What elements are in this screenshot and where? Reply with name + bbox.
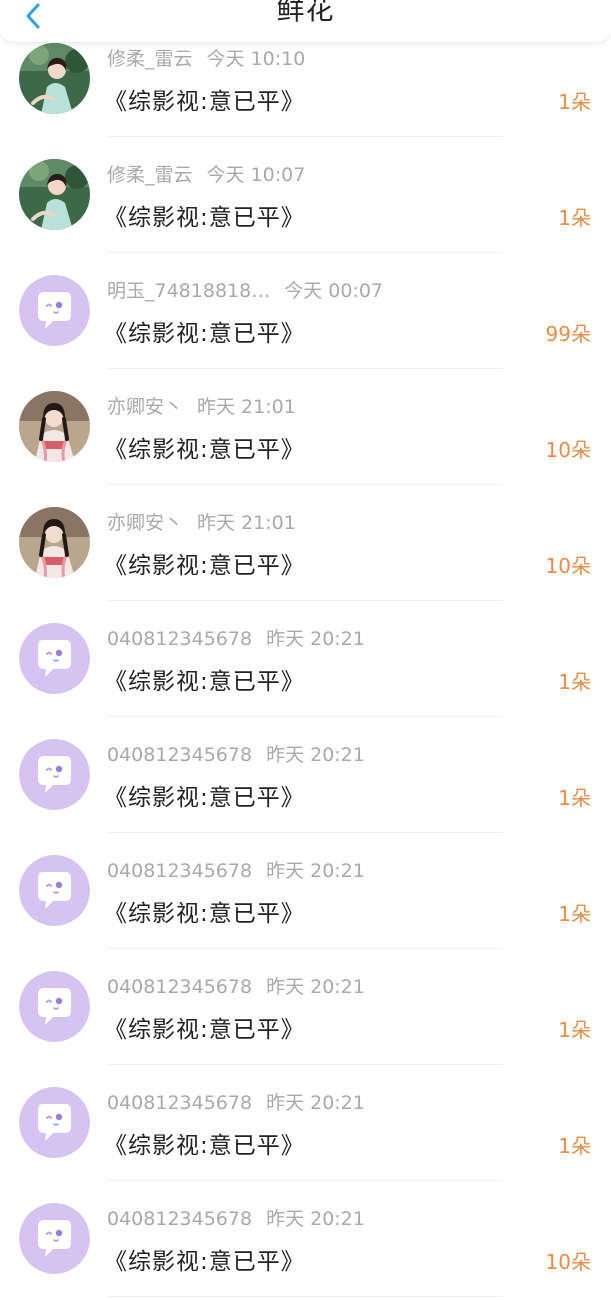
sender-meta: 040812345678 昨天 20:21 [107, 624, 365, 651]
list-item[interactable]: 040812345678 昨天 20:21 《综影视:意已平》 1朵 [0, 1068, 611, 1184]
book-title: 《综影视:意已平》 [104, 785, 305, 811]
sender-meta: 040812345678 昨天 20:21 [107, 972, 365, 999]
list-item[interactable]: 040812345678 昨天 20:21 《综影视:意已平》 1朵 [0, 836, 611, 952]
sender-meta: 修柔_雷云 今天 10:07 [107, 160, 305, 187]
gift-time: 昨天 20:21 [266, 744, 365, 766]
divider [107, 832, 503, 833]
sender-name: 修柔_雷云 [107, 164, 193, 186]
avatar[interactable] [19, 1203, 90, 1274]
sender-name: 亦卿安丶 [107, 512, 184, 534]
flower-count: 1朵 [558, 902, 591, 926]
book-title: 《综影视:意已平》 [104, 1249, 305, 1275]
book-title: 《综影视:意已平》 [104, 901, 305, 927]
divider [107, 1296, 503, 1297]
sender-meta: 040812345678 昨天 20:21 [107, 1204, 365, 1231]
book-title: 《综影视:意已平》 [104, 89, 305, 115]
list-item[interactable]: 040812345678 昨天 20:21 《综影视:意已平》 1朵 [0, 952, 611, 1068]
sender-name: 修柔_雷云 [107, 48, 193, 70]
avatar[interactable] [19, 43, 90, 114]
flower-gift-list: 修柔_雷云 今天 10:10 《综影视:意已平》 1朵 修柔_雷云 今天 10:07 《综影… [0, 24, 611, 1300]
avatar[interactable] [19, 739, 90, 810]
divider [107, 716, 503, 717]
gift-time: 昨天 20:21 [266, 860, 365, 882]
divider [107, 948, 503, 949]
gift-time: 昨天 20:21 [266, 1208, 365, 1230]
sender-name: 040812345678 [107, 976, 253, 998]
list-item[interactable]: 亦卿安丶 昨天 21:01 《综影视:意已平》 10朵 [0, 372, 611, 488]
avatar[interactable] [19, 623, 90, 694]
sender-meta: 亦卿安丶 昨天 21:01 [107, 392, 296, 419]
gift-time: 昨天 20:21 [266, 628, 365, 650]
list-item[interactable]: 修柔_雷云 今天 10:07 《综影视:意已平》 1朵 [0, 140, 611, 256]
sender-name: 040812345678 [107, 1208, 253, 1230]
list-item[interactable]: 亦卿安丶 昨天 21:01 《综影视:意已平》 10朵 [0, 488, 611, 604]
avatar[interactable] [19, 159, 90, 230]
avatar[interactable] [19, 391, 90, 462]
divider [107, 136, 503, 137]
flower-count: 1朵 [558, 90, 591, 114]
divider [107, 1064, 503, 1065]
flower-count: 1朵 [558, 670, 591, 694]
avatar[interactable] [19, 1087, 90, 1158]
sender-name: 040812345678 [107, 1092, 253, 1114]
sender-meta: 040812345678 昨天 20:21 [107, 740, 365, 767]
gift-time: 今天 10:10 [206, 48, 306, 70]
avatar[interactable] [19, 855, 90, 926]
sender-meta: 修柔_雷云 今天 10:10 [107, 44, 305, 71]
gift-time: 昨天 21:01 [197, 512, 296, 534]
sender-name: 040812345678 [107, 860, 253, 882]
flower-count: 1朵 [558, 786, 591, 810]
gift-time: 昨天 20:21 [266, 1092, 365, 1114]
flower-count: 1朵 [558, 1018, 591, 1042]
book-title: 《综影视:意已平》 [104, 1133, 305, 1159]
book-title: 《综影视:意已平》 [104, 205, 305, 231]
avatar[interactable] [19, 275, 90, 346]
book-title: 《综影视:意已平》 [104, 437, 305, 463]
divider [107, 1180, 503, 1181]
page-title: 鲜花 [276, 0, 335, 26]
avatar[interactable] [19, 507, 90, 578]
divider [107, 600, 503, 601]
divider [107, 252, 503, 253]
book-title: 《综影视:意已平》 [104, 321, 305, 347]
list-item[interactable]: 明玉_74818818… 今天 00:07 《综影视:意已平》 99朵 [0, 256, 611, 372]
divider [107, 484, 503, 485]
list-item[interactable]: 040812345678 昨天 20:21 《综影视:意已平》 10朵 [0, 1184, 611, 1300]
divider [107, 368, 503, 369]
book-title: 《综影视:意已平》 [104, 669, 305, 695]
list-item[interactable]: 040812345678 昨天 20:21 《综影视:意已平》 1朵 [0, 604, 611, 720]
gift-time: 今天 00:07 [284, 280, 384, 302]
sender-name: 040812345678 [107, 628, 253, 650]
book-title: 《综影视:意已平》 [104, 553, 305, 579]
sender-name: 亦卿安丶 [107, 396, 184, 418]
top-nav-bar: 鲜花 [0, 0, 611, 43]
flower-count: 1朵 [558, 206, 591, 230]
flower-count: 1朵 [558, 1134, 591, 1158]
sender-name: 040812345678 [107, 744, 253, 766]
flower-count: 10朵 [545, 438, 591, 462]
gift-time: 昨天 21:01 [197, 396, 296, 418]
book-title: 《综影视:意已平》 [104, 1017, 305, 1043]
list-item[interactable]: 040812345678 昨天 20:21 《综影视:意已平》 1朵 [0, 720, 611, 836]
sender-meta: 040812345678 昨天 20:21 [107, 856, 365, 883]
gift-time: 今天 10:07 [206, 164, 306, 186]
sender-meta: 040812345678 昨天 20:21 [107, 1088, 365, 1115]
flower-count: 10朵 [545, 1250, 591, 1274]
flower-count: 10朵 [545, 554, 591, 578]
avatar[interactable] [19, 971, 90, 1042]
sender-name: 明玉_74818818… [107, 280, 271, 302]
flower-count: 99朵 [545, 322, 591, 346]
gift-time: 昨天 20:21 [266, 976, 365, 998]
sender-meta: 明玉_74818818… 今天 00:07 [107, 276, 383, 303]
sender-meta: 亦卿安丶 昨天 21:01 [107, 508, 296, 535]
